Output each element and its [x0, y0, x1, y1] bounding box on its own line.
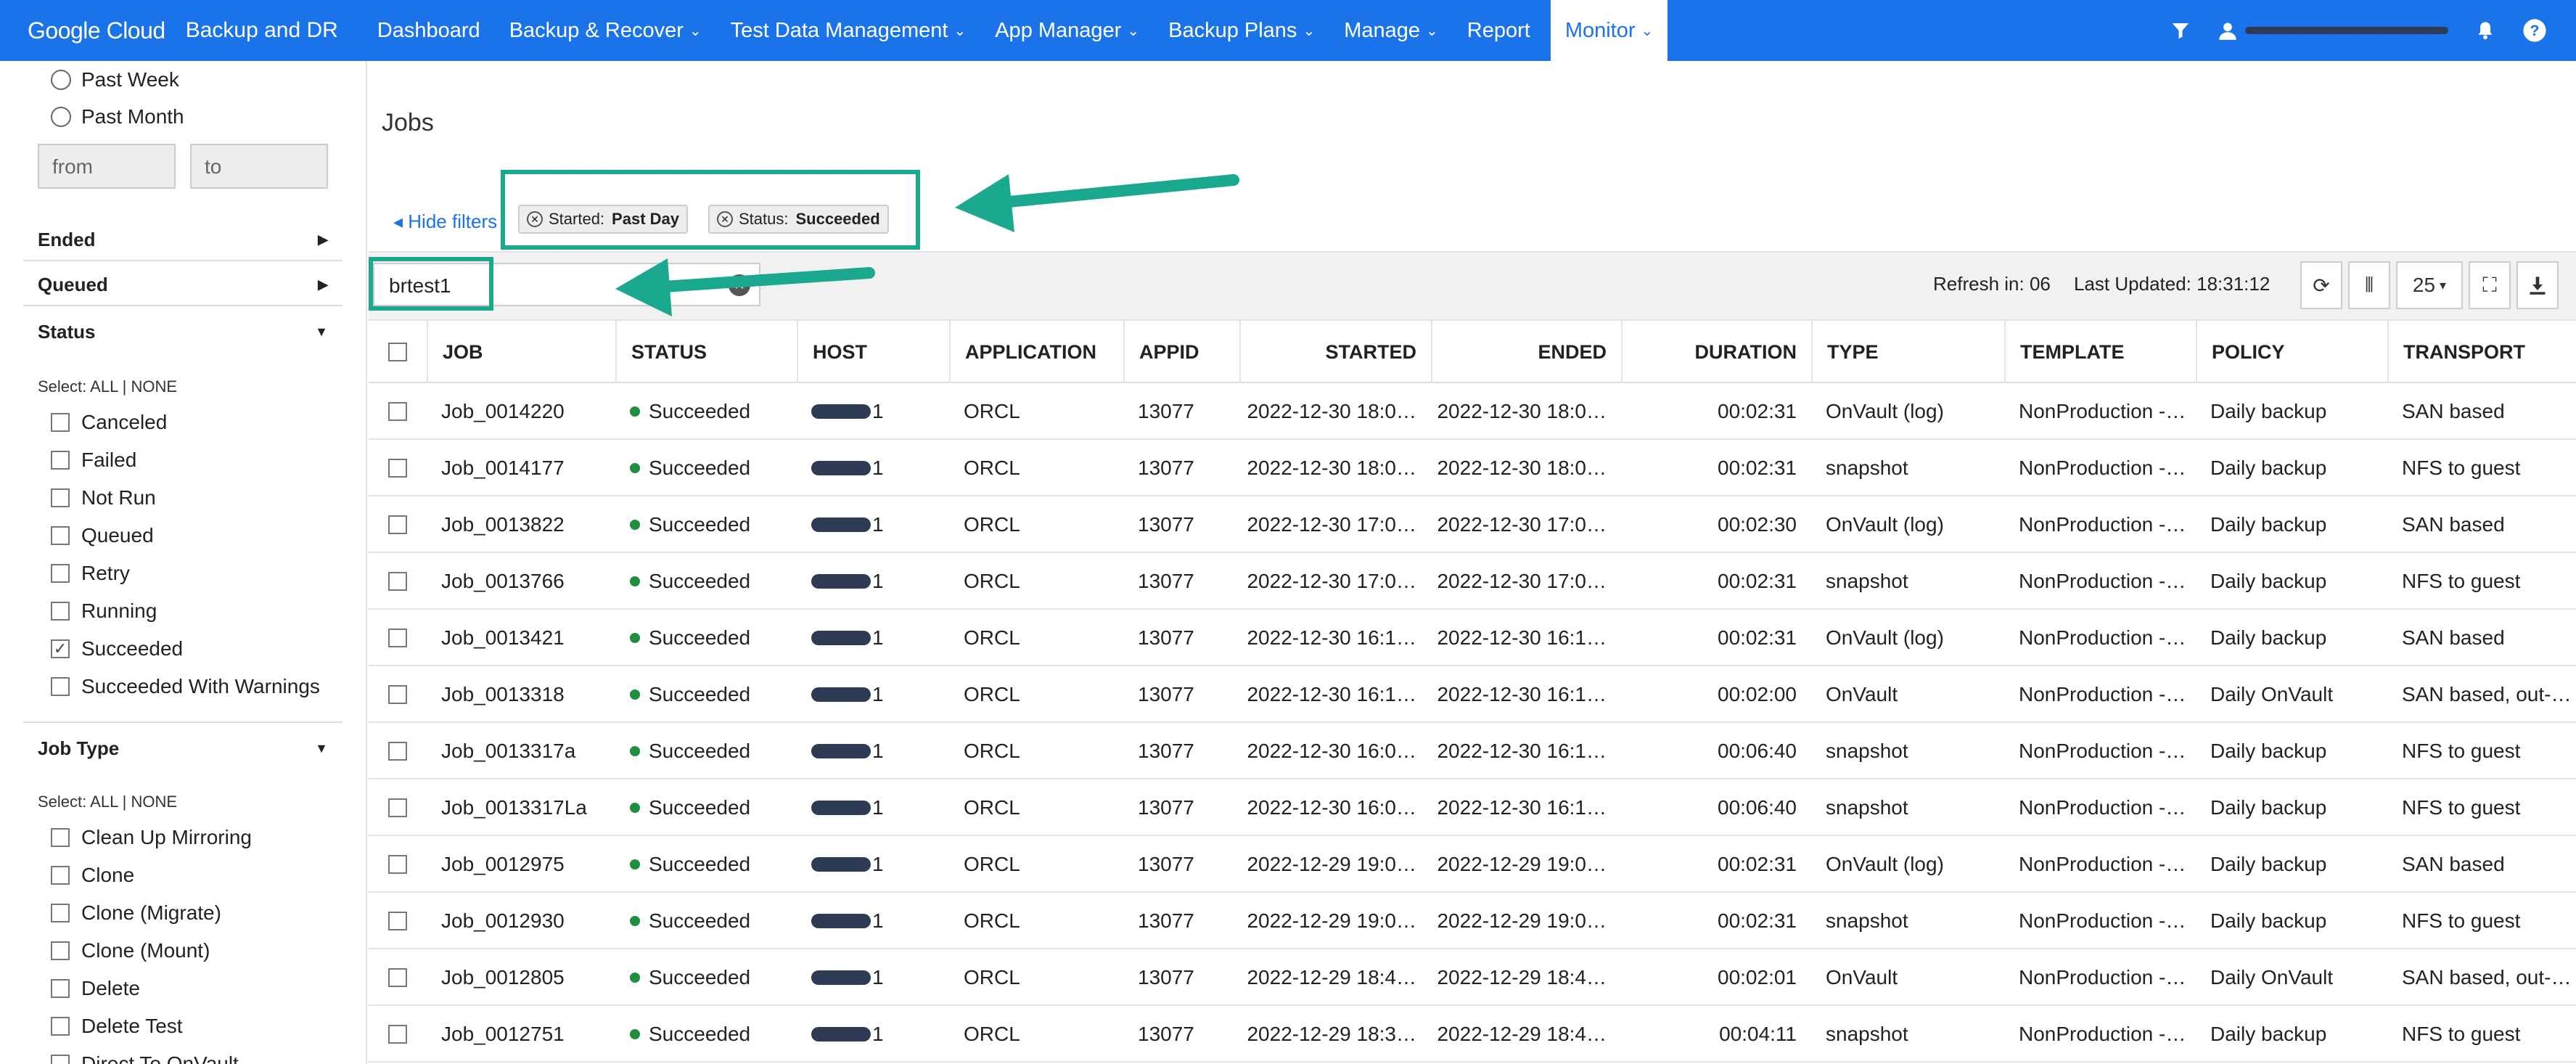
arrow-to-chips: [955, 174, 1239, 232]
arrow-to-search: [615, 258, 875, 316]
annotation-arrows: [615, 174, 1239, 316]
